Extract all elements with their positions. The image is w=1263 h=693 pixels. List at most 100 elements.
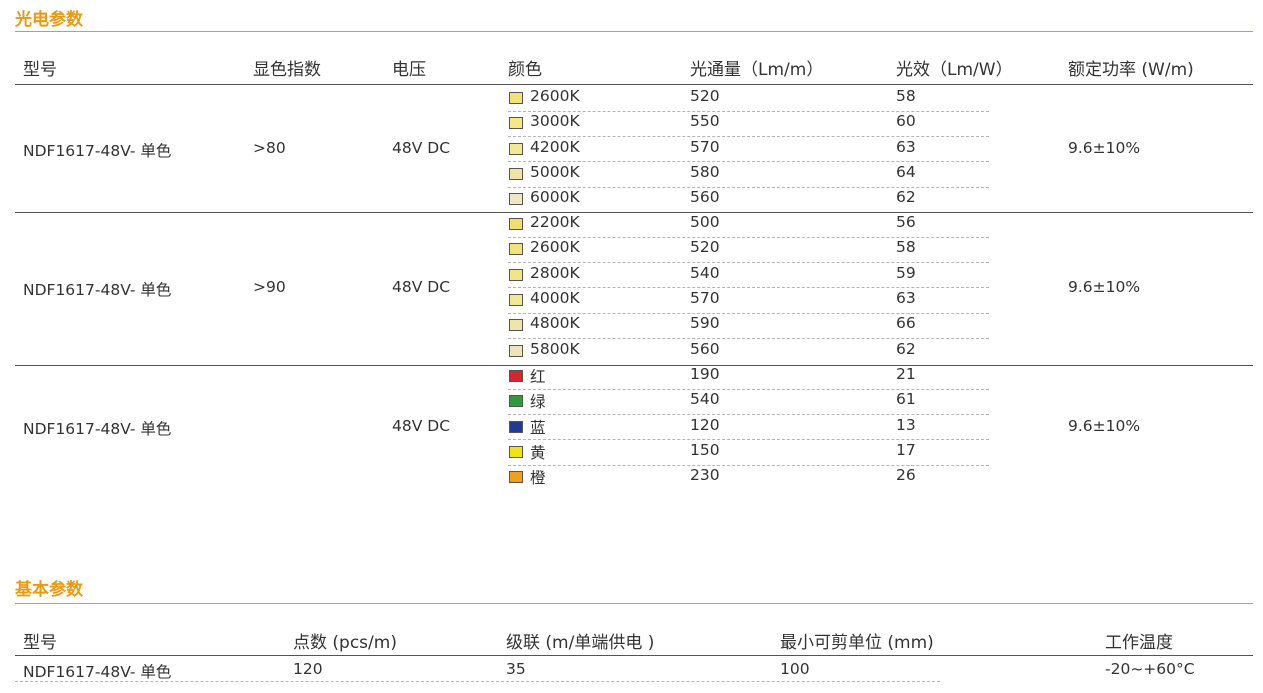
cell-color: 橙 bbox=[530, 469, 546, 488]
row-divider bbox=[508, 439, 989, 441]
cell-luminous-flux: 150 bbox=[690, 440, 720, 459]
cell-color: 4200K bbox=[530, 137, 580, 156]
header-rated-power: 额定功率 (W/m) bbox=[1068, 60, 1194, 80]
color-swatch bbox=[509, 92, 523, 104]
color-swatch bbox=[509, 420, 523, 433]
cell-efficacy: 17 bbox=[896, 440, 916, 459]
basic-model: NDF1617-48V- 单色 bbox=[23, 663, 172, 681]
cell-efficacy: 58 bbox=[896, 87, 916, 105]
cell-efficacy: 62 bbox=[896, 339, 916, 358]
cell-efficacy: 63 bbox=[896, 137, 916, 156]
row-divider bbox=[508, 236, 989, 238]
cell-efficacy: 58 bbox=[896, 238, 916, 257]
cell-luminous-flux: 120 bbox=[690, 415, 720, 434]
cell-voltage: 48V DC bbox=[392, 139, 451, 158]
basic-points: 120 bbox=[293, 660, 323, 678]
basic-header-model: 型号 bbox=[23, 633, 57, 653]
color-swatch bbox=[509, 117, 523, 130]
cell-cri: >80 bbox=[253, 139, 286, 158]
cell-luminous-flux: 580 bbox=[690, 162, 720, 181]
color-swatch bbox=[509, 218, 523, 230]
basic-table-header-rule bbox=[15, 655, 1253, 656]
cell-efficacy: 62 bbox=[896, 188, 916, 207]
row-divider bbox=[508, 388, 989, 390]
row-divider bbox=[508, 464, 989, 466]
cell-color: 2200K bbox=[530, 213, 580, 231]
row-divider bbox=[508, 136, 989, 138]
cell-cri: >90 bbox=[253, 277, 286, 296]
section-title-basic: 基本参数 bbox=[15, 580, 83, 600]
cell-efficacy: 13 bbox=[896, 415, 916, 434]
cell-model: NDF1617-48V- 单色 bbox=[23, 420, 172, 439]
group-divider bbox=[15, 212, 1253, 213]
cell-color: 5800K bbox=[530, 339, 580, 358]
cell-rated-power: 9.6±10% bbox=[1068, 277, 1141, 296]
color-swatch bbox=[509, 319, 523, 332]
cell-color: 绿 bbox=[530, 393, 546, 412]
section-title-photoelectric: 光电参数 bbox=[15, 10, 83, 30]
cell-luminous-flux: 190 bbox=[690, 365, 720, 383]
basic-temp: -20~+60°C bbox=[1105, 660, 1195, 678]
cell-efficacy: 60 bbox=[896, 112, 916, 131]
cell-luminous-flux: 550 bbox=[690, 112, 720, 131]
cell-color: 6000K bbox=[530, 188, 580, 207]
cell-color: 2800K bbox=[530, 263, 580, 282]
color-swatch bbox=[509, 243, 523, 256]
basic-header-cascade: 级联 (m/单端供电 ) bbox=[506, 633, 655, 653]
row-divider bbox=[508, 312, 989, 314]
cell-efficacy: 66 bbox=[896, 314, 916, 333]
cell-model: NDF1617-48V- 单色 bbox=[23, 142, 172, 161]
cell-voltage: 48V DC bbox=[392, 417, 451, 436]
cell-color: 黄 bbox=[530, 443, 546, 462]
basic-cascade: 35 bbox=[506, 660, 526, 678]
header-cri: 显色指数 bbox=[253, 60, 321, 80]
basic-header-temp: 工作温度 bbox=[1105, 633, 1173, 653]
cell-luminous-flux: 540 bbox=[690, 390, 720, 409]
color-swatch bbox=[509, 445, 523, 458]
color-swatch bbox=[509, 471, 523, 484]
cell-color: 5000K bbox=[530, 162, 580, 181]
row-divider bbox=[508, 287, 989, 289]
cell-rated-power: 9.6±10% bbox=[1068, 417, 1141, 436]
cell-luminous-flux: 570 bbox=[690, 137, 720, 156]
header-color: 颜色 bbox=[508, 60, 542, 80]
cell-efficacy: 61 bbox=[896, 390, 916, 409]
cell-color: 2600K bbox=[530, 238, 580, 257]
row-divider bbox=[508, 186, 989, 188]
section-divider bbox=[15, 31, 1253, 32]
cell-efficacy: 63 bbox=[896, 288, 916, 307]
color-swatch bbox=[509, 395, 523, 408]
color-swatch bbox=[509, 344, 523, 357]
cell-color: 蓝 bbox=[530, 418, 546, 437]
cell-voltage: 48V DC bbox=[392, 277, 451, 296]
row-divider bbox=[508, 161, 989, 163]
cell-color: 3000K bbox=[530, 112, 580, 131]
cell-color: 2600K bbox=[530, 87, 580, 105]
cell-model: NDF1617-48V- 单色 bbox=[23, 280, 172, 299]
row-divider bbox=[508, 414, 989, 416]
group-divider bbox=[15, 365, 1253, 366]
basic-header-min-cut: 最小可剪单位 (mm) bbox=[780, 633, 934, 653]
cell-luminous-flux: 230 bbox=[690, 466, 720, 485]
cell-color: 4800K bbox=[530, 314, 580, 333]
cell-luminous-flux: 500 bbox=[690, 213, 720, 231]
row-divider bbox=[508, 262, 989, 264]
color-swatch bbox=[509, 370, 523, 382]
cell-rated-power: 9.6±10% bbox=[1068, 139, 1141, 158]
cell-efficacy: 59 bbox=[896, 263, 916, 282]
row-divider bbox=[508, 110, 989, 112]
cell-color: 4000K bbox=[530, 288, 580, 307]
cell-luminous-flux: 560 bbox=[690, 188, 720, 207]
header-luminous-flux: 光通量（Lm/m） bbox=[690, 60, 824, 80]
color-swatch bbox=[509, 167, 523, 180]
color-swatch bbox=[509, 293, 523, 306]
color-swatch bbox=[509, 142, 523, 155]
cell-luminous-flux: 520 bbox=[690, 238, 720, 257]
cell-luminous-flux: 590 bbox=[690, 314, 720, 333]
basic-row-rule bbox=[15, 681, 940, 682]
header-efficacy: 光效（Lm/W） bbox=[896, 60, 1013, 80]
cell-color: 红 bbox=[530, 368, 546, 386]
cell-efficacy: 26 bbox=[896, 466, 916, 485]
header-model: 型号 bbox=[23, 60, 57, 80]
cell-luminous-flux: 570 bbox=[690, 288, 720, 307]
